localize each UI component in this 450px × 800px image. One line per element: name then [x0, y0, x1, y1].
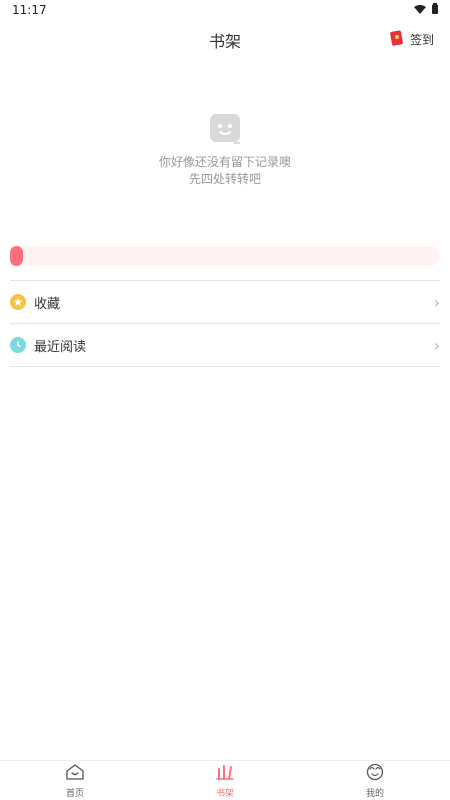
tab-label: 首页	[65, 788, 84, 799]
home-icon	[65, 763, 85, 785]
status-bar: 11:17	[0, 0, 450, 20]
bottom-nav: 首页 书架 我的	[0, 760, 450, 800]
tab-label: 我的	[365, 788, 384, 799]
tab-mine[interactable]: 我的	[335, 763, 415, 799]
status-time: 11:17	[12, 3, 47, 17]
bookshelf-icon	[215, 763, 235, 785]
progress-bar	[10, 246, 440, 266]
progress-fill	[10, 246, 23, 266]
chevron-right-icon: ›	[433, 292, 440, 312]
tab-label: 书架	[215, 788, 234, 799]
empty-face-icon	[208, 112, 242, 146]
checkin-label: 签到	[409, 33, 434, 47]
tab-home[interactable]: 首页	[35, 763, 115, 799]
clock-icon	[10, 337, 26, 353]
empty-state: 你好像还没有留下记录噢 先四处转转吧	[0, 112, 450, 188]
list-item-label: 最近阅读	[34, 339, 87, 355]
wifi-icon	[414, 3, 426, 17]
empty-hint: 先四处转转吧	[188, 172, 261, 186]
chevron-right-icon: ›	[433, 335, 440, 355]
shelf-menu: 收藏 › 最近阅读 ›	[10, 280, 440, 367]
red-envelope-icon	[390, 30, 404, 49]
checkin-button[interactable]: 签到	[390, 30, 434, 49]
empty-message: 你好像还没有留下记录噢	[158, 155, 291, 169]
tab-bookshelf[interactable]: 书架	[185, 763, 265, 799]
list-item-recent[interactable]: 最近阅读 ›	[10, 324, 440, 367]
list-item-favorites[interactable]: 收藏 ›	[10, 281, 440, 324]
star-icon	[10, 294, 26, 310]
user-icon	[365, 763, 385, 785]
page-title: 书架	[208, 32, 241, 51]
list-item-label: 收藏	[34, 296, 61, 312]
status-icons	[414, 3, 438, 17]
header: 书架 签到	[0, 24, 450, 56]
battery-icon	[432, 3, 438, 17]
